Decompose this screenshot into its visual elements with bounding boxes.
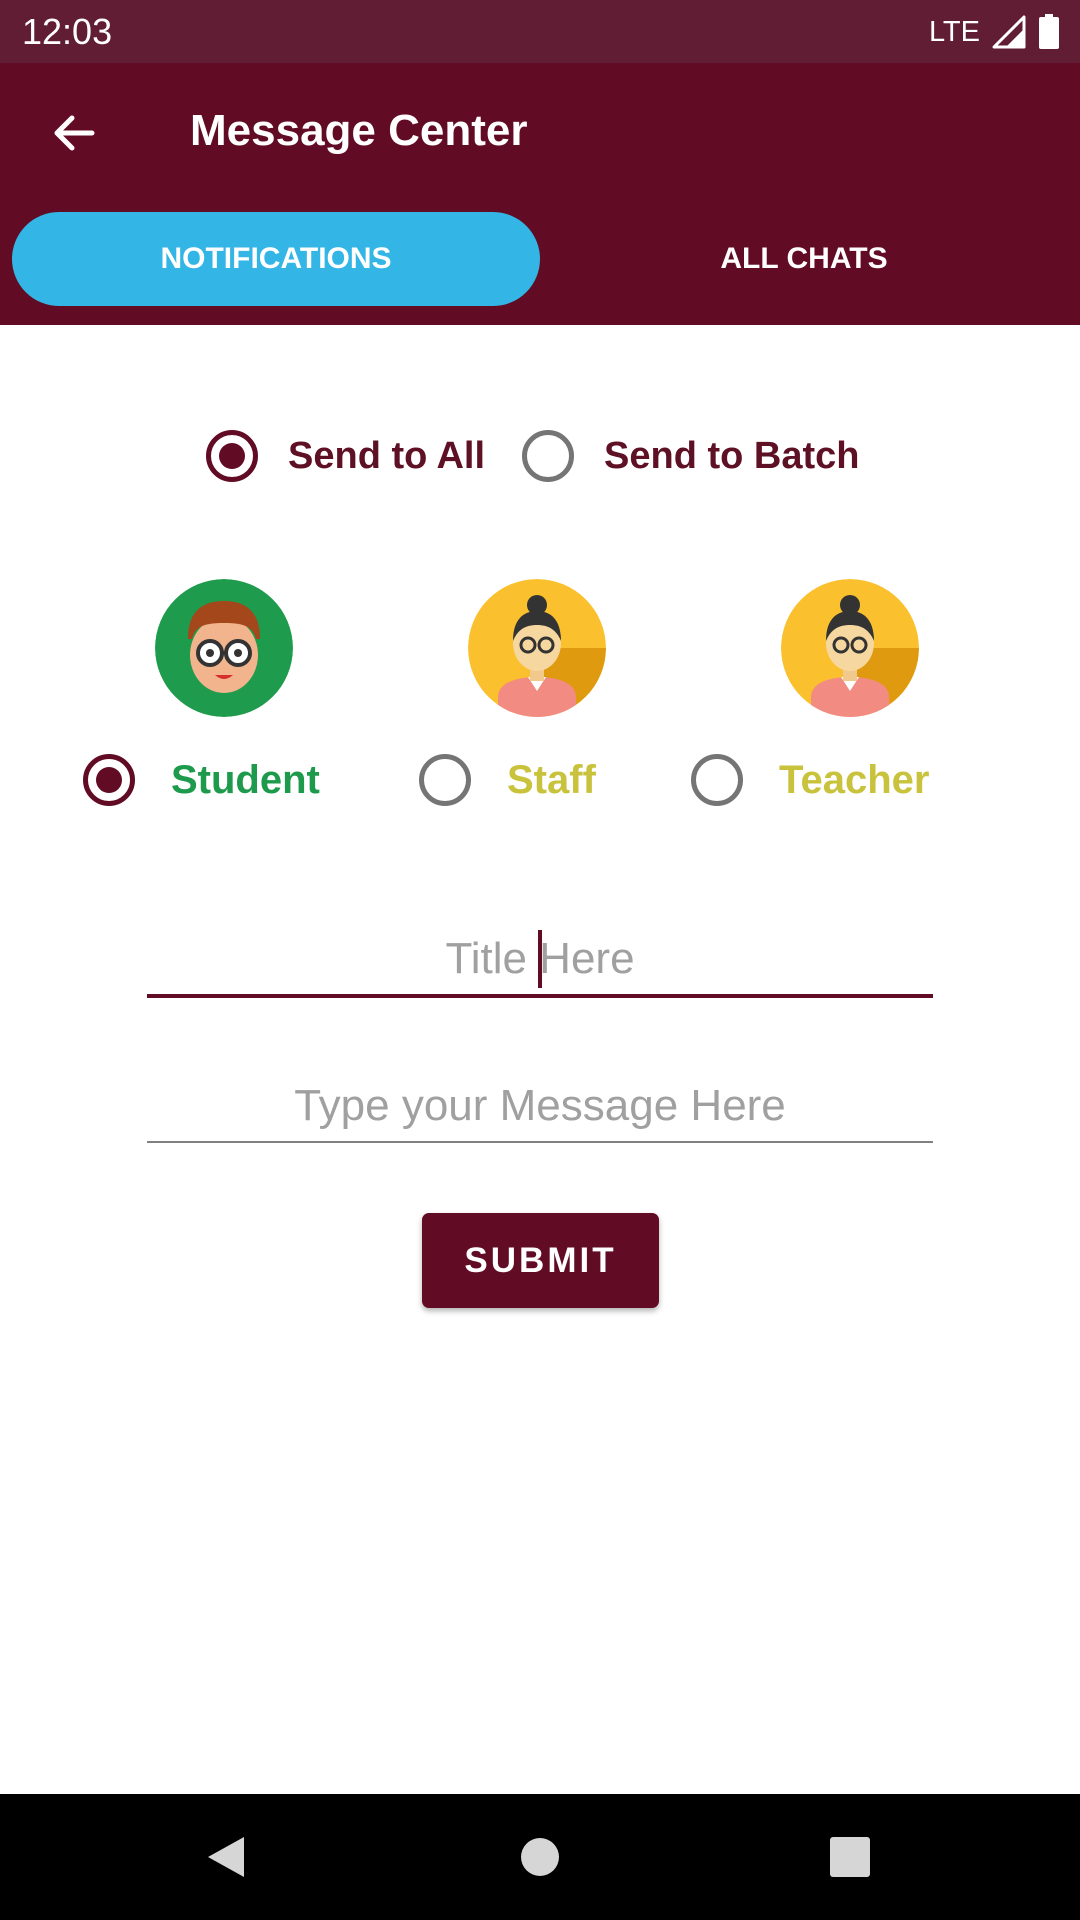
- battery-icon: [1039, 14, 1059, 49]
- recents-square-icon[interactable]: [820, 1827, 880, 1887]
- arrow-left-icon[interactable]: [44, 103, 104, 163]
- role-option-teacher[interactable]: Teacher: [691, 752, 929, 808]
- staff-label: Staff: [507, 757, 596, 802]
- role-option-student[interactable]: Student: [83, 752, 320, 808]
- send-to-batch-radio[interactable]: [522, 430, 574, 482]
- message-input[interactable]: [147, 1071, 933, 1143]
- home-circle-icon[interactable]: [510, 1827, 570, 1887]
- network-type: LTE: [928, 16, 980, 48]
- signal-icon: [992, 15, 1026, 49]
- teacher-avatar-icon: [781, 579, 919, 717]
- send-to-all-option[interactable]: Send to All: [206, 428, 485, 484]
- submit-button[interactable]: SUBMIT: [422, 1213, 659, 1308]
- student-radio[interactable]: [83, 754, 135, 806]
- page-title: Message Center: [190, 106, 528, 155]
- send-to-batch-label: Send to Batch: [604, 434, 860, 477]
- tab-all-chats-label: ALL CHATS: [720, 242, 888, 275]
- text-cursor: [538, 930, 542, 988]
- send-to-batch-option[interactable]: Send to Batch: [522, 428, 859, 484]
- tab-notifications[interactable]: NOTIFICATIONS: [12, 212, 540, 306]
- teacher-radio[interactable]: [691, 754, 743, 806]
- staff-avatar-icon: [468, 579, 606, 717]
- send-to-all-radio[interactable]: [206, 430, 258, 482]
- student-avatar-icon: [155, 579, 293, 717]
- role-option-staff[interactable]: Staff: [419, 752, 596, 808]
- back-triangle-icon[interactable]: [196, 1827, 256, 1887]
- navigation-bar: [0, 1794, 1080, 1920]
- student-label: Student: [171, 757, 320, 802]
- tab-all-chats[interactable]: ALL CHATS: [540, 212, 1068, 306]
- staff-radio[interactable]: [419, 754, 471, 806]
- app-bar: Message Center NOTIFICATIONS ALL CHATS: [0, 63, 1080, 325]
- status-icons: LTE: [929, 12, 1060, 52]
- status-time: 12:03: [22, 11, 113, 52]
- tab-notifications-label: NOTIFICATIONS: [160, 242, 392, 275]
- send-option-group: Send to All Send to Batch: [0, 428, 1080, 484]
- send-to-all-label: Send to All: [288, 434, 486, 477]
- teacher-label: Teacher: [779, 757, 930, 802]
- status-bar: 12:03 LTE: [0, 0, 1080, 63]
